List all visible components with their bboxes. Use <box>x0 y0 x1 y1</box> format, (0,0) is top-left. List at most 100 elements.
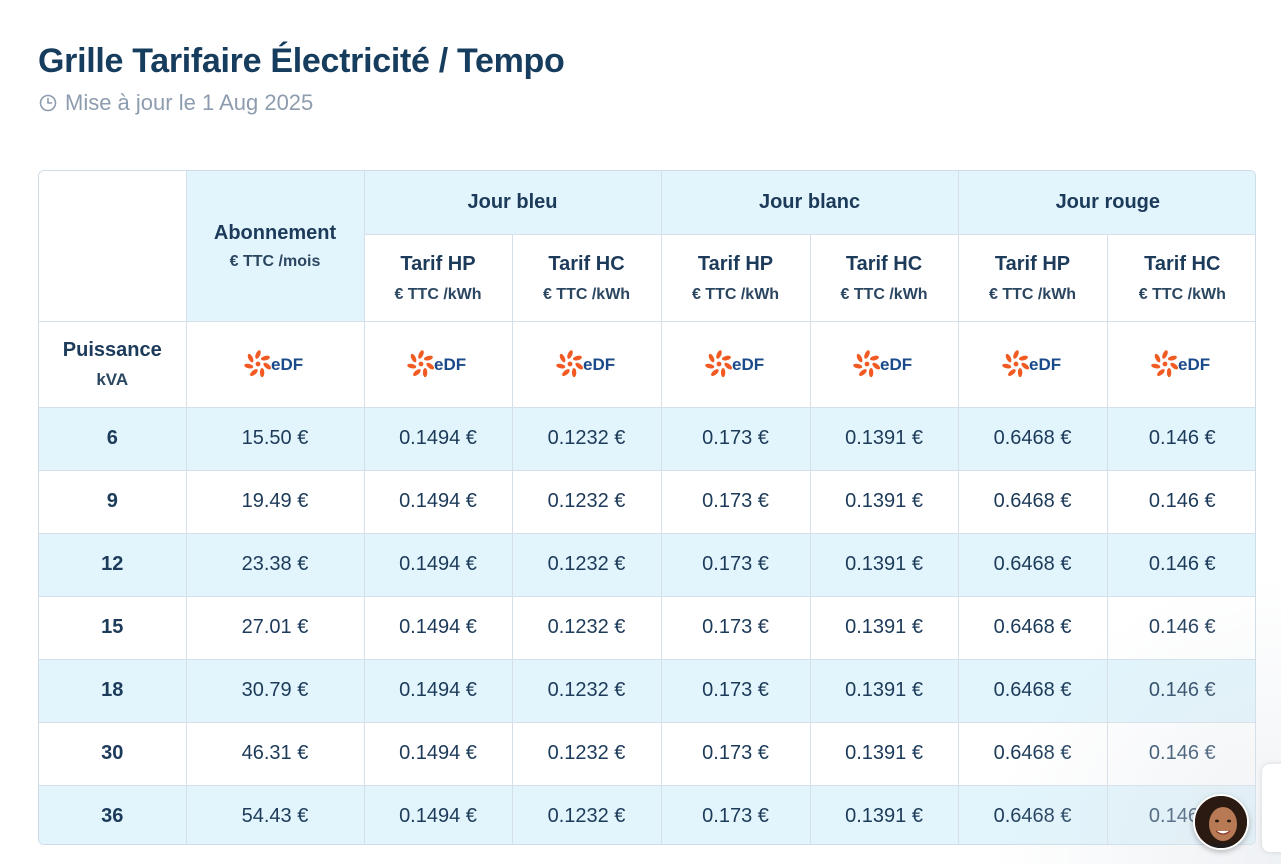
support-avatar-icon[interactable] <box>1193 794 1249 850</box>
blanc-hp-price: 0.173 € <box>660 721 811 786</box>
edf-logo-text: eDF <box>583 355 615 374</box>
provider-logo-rouge-hp: eDF <box>957 320 1108 408</box>
subscription-price: 15.50 € <box>185 407 365 471</box>
power-label: Puissance <box>62 339 162 361</box>
subhead-blanc-hp: Tarif HP € TTC /kWh <box>660 233 811 322</box>
blanc-hc-price: 0.1391 € <box>809 532 959 597</box>
blanc-hc-price: 0.1391 € <box>809 469 959 534</box>
blanc-hp-price: 0.173 € <box>660 595 811 660</box>
rouge-hp-price: 0.6468 € <box>957 658 1108 723</box>
provider-logo-bleu-hc: eDF <box>511 320 662 408</box>
bleu-hp-price: 0.1494 € <box>363 658 513 723</box>
blanc-hc-price: 0.1391 € <box>809 407 959 471</box>
table-row: 18 30.79 €0.1494 €0.1232 €0.173 €0.1391 €… <box>39 658 1255 723</box>
edf-logo-icon: eDF <box>407 350 466 378</box>
bleu-hc-price: 0.1232 € <box>511 721 662 786</box>
bleu-hp-price: 0.1494 € <box>363 721 513 786</box>
blanc-hc-price: 0.1391 € <box>809 784 959 844</box>
bleu-hc-price: 0.1232 € <box>511 595 662 660</box>
power-unit: kVA <box>96 370 129 389</box>
bleu-hc-price: 0.1232 € <box>511 469 662 534</box>
clock-icon <box>39 94 57 112</box>
rouge-hp-price: 0.6468 € <box>957 407 1108 471</box>
bleu-hc-price: 0.1232 € <box>511 407 662 471</box>
blanc-hp-price: 0.173 € <box>660 532 811 597</box>
edf-logo-icon: eDF <box>555 350 615 378</box>
bleu-hc-price: 0.1232 € <box>511 532 662 597</box>
power-header: Puissance kVA <box>39 320 187 408</box>
rouge-hp-price: 0.6468 € <box>957 595 1108 660</box>
blanc-hp-price: 0.173 € <box>660 469 811 534</box>
subhead-bleu-hc: Tarif HC € TTC /kWh <box>511 233 662 322</box>
group-jour-rouge: Jour rouge <box>957 171 1255 235</box>
rouge-hc-price: 0.146 € <box>1106 469 1255 534</box>
power-kva: 6 <box>39 407 187 471</box>
table-row: 9 19.49 €0.1494 €0.1232 €0.173 €0.1391 €0… <box>39 469 1255 534</box>
subscription-price: 23.38 € <box>185 532 365 597</box>
rouge-hc-price: 0.146 € <box>1106 721 1255 786</box>
group-jour-bleu: Jour bleu <box>363 171 662 235</box>
power-kva: 30 <box>39 721 187 786</box>
provider-logo-bleu-hp: eDF <box>363 320 513 408</box>
table-row: 30 46.31 €0.1494 €0.1232 €0.173 €0.1391 €… <box>39 721 1255 786</box>
edf-logo-text: eDF <box>732 355 764 374</box>
edf-logo-icon: eDF <box>704 350 764 378</box>
table-row: 36 54.43 €0.1494 €0.1232 €0.173 €0.1391 €… <box>39 784 1255 844</box>
rouge-hp-price: 0.6468 € <box>957 721 1108 786</box>
edf-logo-icon: eDF <box>1151 350 1210 378</box>
power-kva: 15 <box>39 595 187 660</box>
subscription-price: 27.01 € <box>185 595 365 660</box>
bleu-hp-price: 0.1494 € <box>363 532 513 597</box>
subscription-price: 54.43 € <box>185 784 365 844</box>
edf-logo-text: eDF <box>1178 355 1210 374</box>
subscription-price: 19.49 € <box>185 469 365 534</box>
blanc-hc-price: 0.1391 € <box>809 595 959 660</box>
bleu-hp-price: 0.1494 € <box>363 407 513 471</box>
side-panel-tab[interactable] <box>1262 764 1281 852</box>
tariff-table: Abonnement € TTC /mois Jour bleu Jour bl… <box>38 170 1256 845</box>
bleu-hp-price: 0.1494 € <box>363 595 513 660</box>
table-row: 12 23.38 €0.1494 €0.1232 €0.173 €0.1391 €… <box>39 532 1255 597</box>
blanc-hp-price: 0.173 € <box>660 784 811 844</box>
provider-logo-rouge-hc: eDF <box>1106 320 1255 408</box>
subhead-blanc-hc: Tarif HC € TTC /kWh <box>809 233 959 322</box>
bleu-hp-price: 0.1494 € <box>363 469 513 534</box>
table-row: 15 27.01 €0.1494 €0.1232 €0.173 €0.1391 €… <box>39 595 1255 660</box>
last-updated-text: Mise à jour le 1 Aug 2025 <box>65 90 314 115</box>
table-row: 6 15.50 €0.1494 €0.1232 €0.173 €0.1391 €0… <box>39 407 1255 471</box>
subhead-rouge-hp: Tarif HP € TTC /kWh <box>957 233 1108 322</box>
rouge-hc-price: 0.146 € <box>1106 595 1255 660</box>
provider-logo-subscription: eDF <box>185 320 365 408</box>
bleu-hc-price: 0.1232 € <box>511 658 662 723</box>
subhead-bleu-hp: Tarif HP € TTC /kWh <box>364 233 513 322</box>
subscription-label: Abonnement <box>213 221 337 244</box>
subhead-rouge-hc: Tarif HC € TTC /kWh <box>1106 233 1255 322</box>
group-jour-blanc: Jour blanc <box>660 171 959 235</box>
provider-logo-blanc-hc: eDF <box>809 320 959 408</box>
edf-logo-icon: eDF <box>853 350 912 378</box>
blanc-hp-price: 0.173 € <box>660 658 811 723</box>
subscription-unit: € TTC /mois <box>229 252 321 270</box>
rouge-hp-price: 0.6468 € <box>957 469 1108 534</box>
rouge-hc-price: 0.146 € <box>1106 658 1255 723</box>
subscription-price: 46.31 € <box>185 721 365 786</box>
edf-logo-text: eDF <box>271 355 303 374</box>
subscription-price: 30.79 € <box>185 658 365 723</box>
rouge-hp-price: 0.6468 € <box>957 532 1108 597</box>
page: Grille Tarifaire Électricité / Tempo Mis… <box>0 0 1281 864</box>
edf-logo-text: eDF <box>434 355 466 374</box>
subscription-header: Abonnement € TTC /mois <box>185 171 365 322</box>
blanc-hc-price: 0.1391 € <box>809 721 959 786</box>
rouge-hc-price: 0.146 € <box>1106 532 1255 597</box>
edf-logo-icon: eDF <box>1001 350 1061 378</box>
bleu-hc-price: 0.1232 € <box>511 784 662 844</box>
corner-cell <box>39 171 187 322</box>
power-kva: 9 <box>39 469 187 534</box>
power-kva: 18 <box>39 658 187 723</box>
last-updated: Mise à jour le 1 Aug 2025 <box>39 90 313 116</box>
bleu-hp-price: 0.1494 € <box>363 784 513 844</box>
page-title: Grille Tarifaire Électricité / Tempo <box>38 42 565 80</box>
rouge-hc-price: 0.146 € <box>1106 407 1255 471</box>
provider-logo-blanc-hp: eDF <box>660 320 811 408</box>
power-kva: 36 <box>39 784 187 844</box>
